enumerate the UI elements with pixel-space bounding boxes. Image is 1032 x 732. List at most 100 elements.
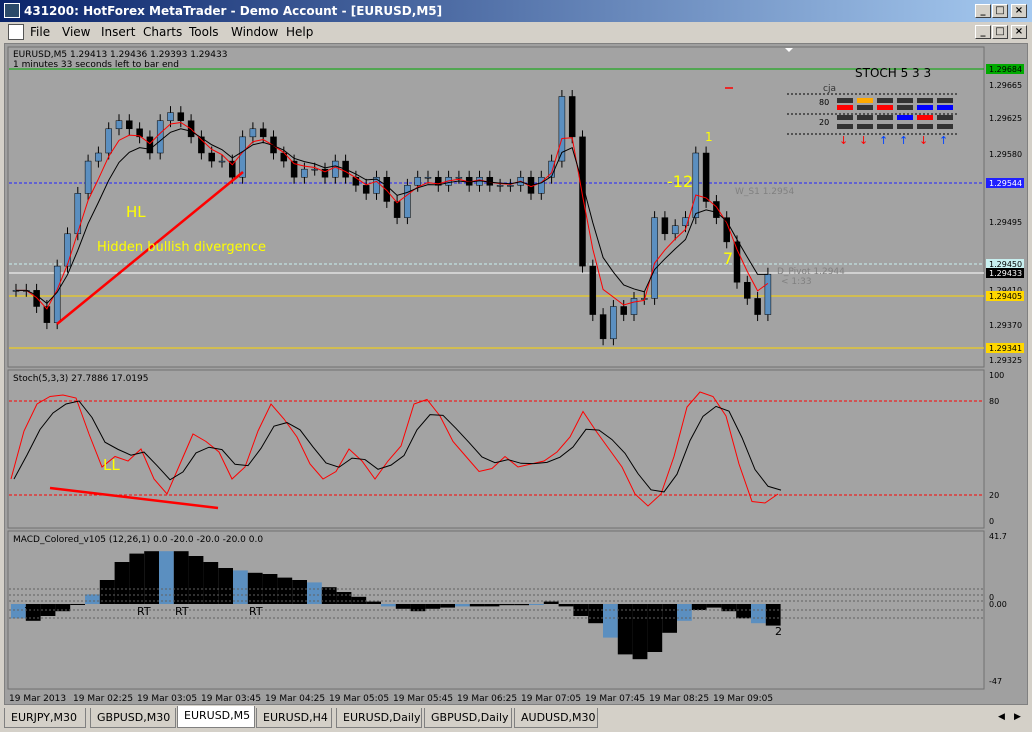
minimize-button[interactable]: _ [975, 4, 991, 18]
macd-bar [514, 604, 529, 606]
menu-charts[interactable]: Charts [143, 25, 182, 39]
macd-bar [85, 594, 100, 604]
macd-bar [455, 604, 470, 607]
macd-label-to: TO [24, 605, 41, 618]
tab-eurjpy-m30[interactable]: EURJPY,M30 [4, 708, 86, 728]
macd-bar [351, 596, 367, 604]
menu-help[interactable]: Help [286, 25, 313, 39]
svg-text:19 Mar 08:25: 19 Mar 08:25 [649, 694, 709, 704]
candle-body [589, 265, 597, 315]
candle-body [630, 298, 638, 315]
tab-eurusd-daily[interactable]: EURUSD,Daily [336, 708, 422, 728]
candle-body [156, 120, 164, 154]
svg-text:20: 20 [989, 491, 999, 500]
bar-timer: 1 minutes 33 seconds left to bar end [13, 60, 179, 70]
candle-body [352, 176, 360, 186]
macd-bar [114, 562, 130, 604]
title-bar: 431200: HotForex MetaTrader - Demo Accou… [0, 0, 1032, 22]
candle-body [507, 185, 514, 187]
doc-restore-button[interactable]: □ [992, 25, 1008, 39]
svg-text:1.29370: 1.29370 [989, 321, 1022, 330]
macd-bar [381, 604, 396, 607]
macd-bar [11, 604, 26, 619]
stoch-header: Stoch(5,3,3) 27.7886 17.0195 [13, 374, 148, 384]
macd-bar [543, 601, 559, 604]
tab-gbpusd-m30[interactable]: GBPUSD,M30 [90, 708, 176, 728]
tab-audusd-m30[interactable]: AUDUSD,M30 [514, 708, 598, 728]
menu-insert[interactable]: Insert [101, 25, 135, 39]
tab-scroll-left-icon[interactable]: ◀ [998, 712, 1005, 722]
stoch-panel[interactable] [7, 369, 985, 529]
cja-label: cja [823, 84, 836, 94]
candle-body [105, 128, 112, 154]
hidden-divergence-label: Hidden bullish divergence [97, 240, 266, 255]
tab-eurusd-m5[interactable]: EURUSD,M5 [177, 706, 255, 728]
candle-body [671, 225, 679, 235]
doc-close-button[interactable]: × [1011, 25, 1027, 39]
candle-body [764, 273, 772, 315]
macd-header: MACD_Colored_v105 (12,26,1) 0.0 -20.0 -2… [13, 535, 263, 545]
stoch-cell [917, 115, 933, 120]
stoch-arrow-icon: ↓ [839, 134, 848, 147]
candle-body [126, 120, 133, 130]
stoch-cell [857, 98, 873, 103]
stoch-cell [857, 105, 873, 110]
svg-text:19 Mar 05:05: 19 Mar 05:05 [329, 694, 389, 704]
app-icon [4, 3, 20, 18]
minus12-label: -12 [667, 172, 693, 191]
macd-bar [336, 592, 352, 604]
menu-tools[interactable]: Tools [189, 25, 219, 39]
candle-body [208, 152, 215, 162]
svg-text:100: 100 [989, 371, 1004, 380]
macd-bar [277, 577, 293, 604]
candle-body [486, 176, 494, 186]
svg-text:1.29341: 1.29341 [989, 344, 1022, 353]
svg-text:19 Mar 02:25: 19 Mar 02:25 [73, 694, 133, 704]
macd-label-rt1: RT [137, 605, 151, 618]
svg-text:0: 0 [989, 517, 994, 526]
candle-body [661, 217, 669, 235]
tab-gbpusd-daily[interactable]: GBPUSD,Daily [424, 708, 512, 728]
close-button[interactable]: × [1011, 4, 1027, 18]
svg-text:1.29544: 1.29544 [989, 179, 1022, 188]
macd-bar [425, 604, 441, 609]
stoch-cell [917, 124, 933, 129]
candle-body [620, 306, 627, 315]
chart-header: EURUSD,M5 1.29413 1.29436 1.29393 1.2943… [13, 50, 227, 60]
svg-text:19 Mar 09:05: 19 Mar 09:05 [713, 694, 773, 704]
candle-body [692, 152, 700, 218]
macd-bar [484, 604, 500, 607]
candle-body [229, 160, 236, 178]
stoch-cell [937, 115, 953, 120]
candle-body [259, 128, 267, 138]
time-axis: 19 Mar 2013 19 Mar 02:25 19 Mar 03:05 19… [9, 694, 773, 704]
chart-window[interactable]: EURUSD,M5 1.29413 1.29436 1.29393 1.2943… [4, 43, 1028, 705]
candle-body [733, 241, 741, 283]
tab-scroll-right-icon[interactable]: ▶ [1014, 712, 1021, 722]
stoch-cell [937, 98, 953, 103]
svg-text:1.29450: 1.29450 [989, 260, 1022, 269]
macd-bar [70, 604, 85, 605]
price-axis: 1.29665 1.29625 1.29580 1.29495 1.29370 … [986, 64, 1024, 365]
svg-text:41.7: 41.7 [989, 532, 1007, 541]
maximize-button[interactable]: □ [992, 4, 1008, 18]
macd-label-rt3: RT [249, 605, 263, 618]
candle-body [383, 176, 391, 202]
candle-body [538, 176, 545, 194]
menu-file[interactable]: File [30, 25, 50, 39]
candle-body [754, 298, 761, 315]
menu-window[interactable]: Window [231, 25, 278, 39]
menu-view[interactable]: View [62, 25, 90, 39]
main-price-panel[interactable] [7, 46, 985, 368]
chart-tab-bar: EURJPY,M30 GBPUSD,M30 EURUSD,M5 EURUSD,H… [0, 706, 1032, 732]
stoch-cell [897, 105, 913, 110]
macd-bar [129, 553, 145, 604]
menu-bar: File View Insert Charts Tools Window Hel… [0, 22, 1032, 42]
document-icon[interactable] [8, 24, 24, 40]
doc-minimize-button[interactable]: _ [975, 25, 991, 39]
svg-text:1.29405: 1.29405 [989, 292, 1022, 301]
candle-body [249, 128, 257, 138]
tab-eurusd-h4[interactable]: EURUSD,H4 [256, 708, 332, 728]
macd-bar [588, 604, 603, 624]
d-pivot-label: D_Pivot 1.2944 [777, 267, 845, 277]
